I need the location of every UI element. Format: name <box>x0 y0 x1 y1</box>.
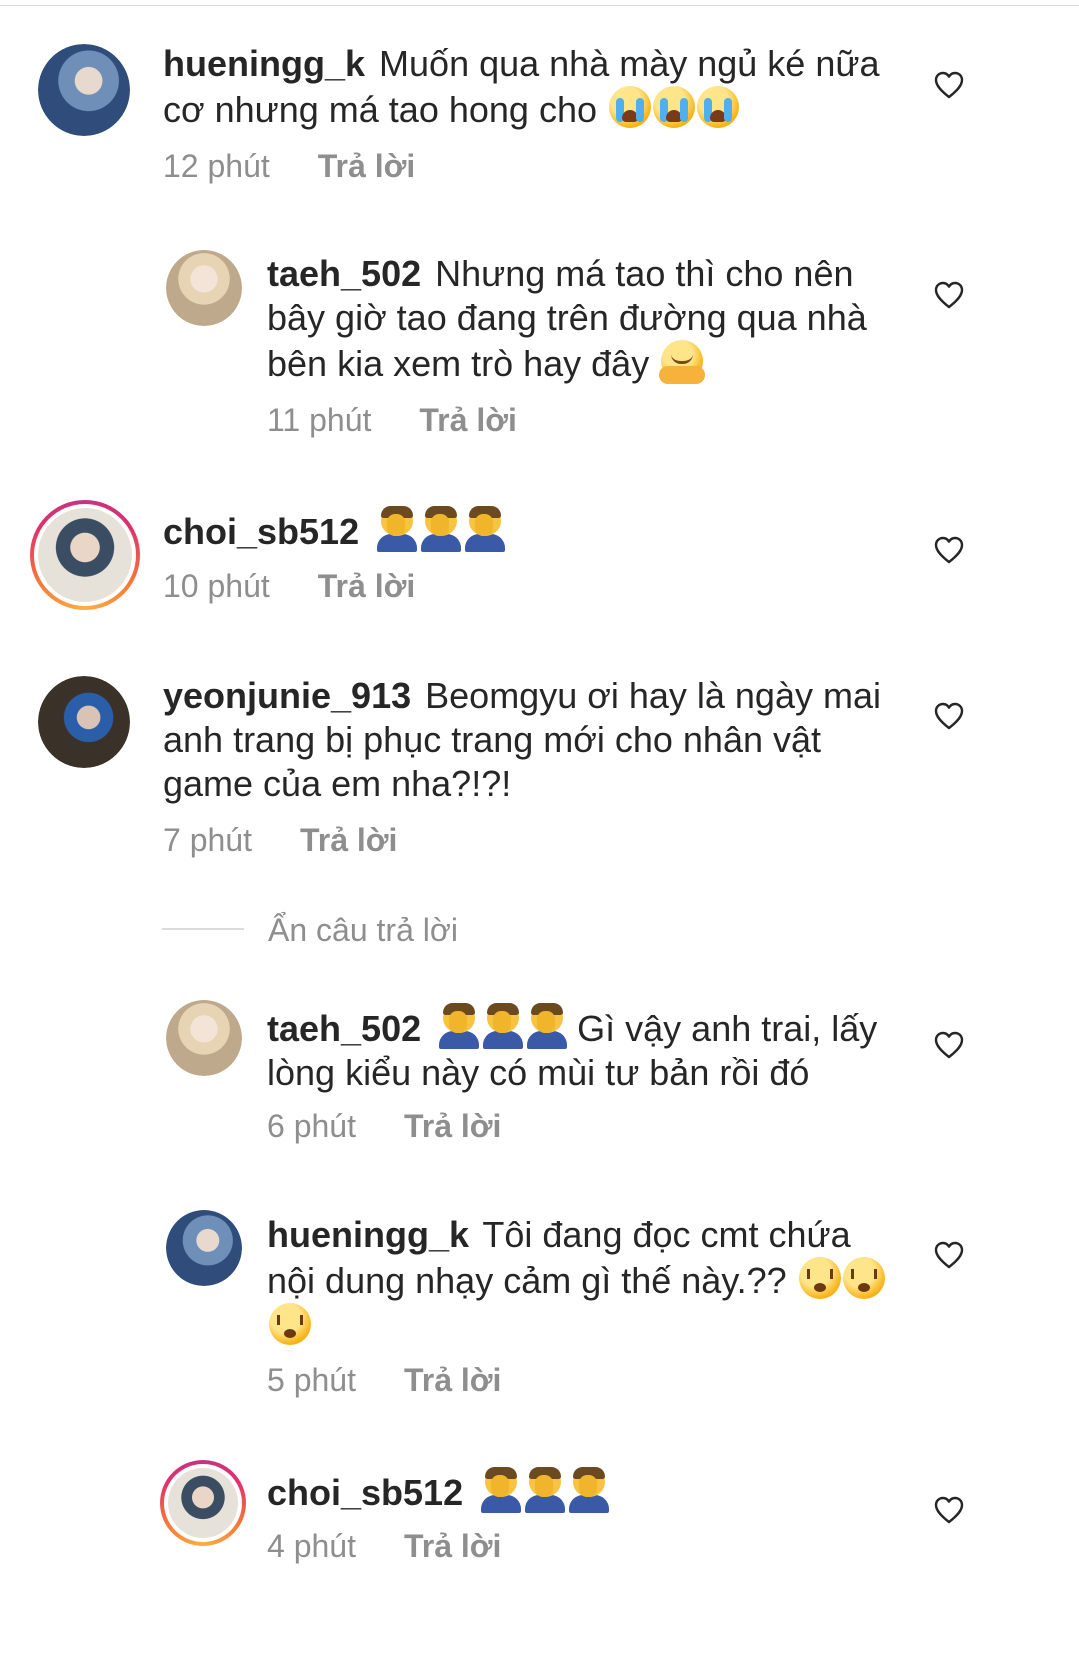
avatar[interactable] <box>166 1210 242 1286</box>
hugging-face-icon <box>659 340 706 384</box>
reply-button[interactable]: Trả lời <box>404 1362 501 1398</box>
heart-icon[interactable] <box>934 1031 964 1059</box>
comment-body: choi_sb512 <box>163 506 893 554</box>
avatar[interactable] <box>38 676 130 768</box>
dizzy-face-icon <box>842 1257 885 1299</box>
reply-button[interactable]: Trả lời <box>318 148 415 184</box>
heart-icon[interactable] <box>934 1241 964 1269</box>
reply-button[interactable]: Trả lời <box>404 1528 501 1564</box>
comment-meta: 12 phút Trả lời <box>163 146 415 186</box>
hide-replies-line <box>162 928 244 930</box>
man-facepalming-icon <box>483 1003 524 1049</box>
comment-meta: 6 phút Trả lời <box>267 1106 501 1146</box>
man-facepalming-icon <box>527 1003 568 1049</box>
comment-meta: 4 phút Trả lời <box>267 1526 501 1566</box>
comment-time: 5 phút <box>267 1362 356 1398</box>
comment-meta: 7 phút Trả lời <box>163 820 397 860</box>
dizzy-face-icon <box>798 1257 841 1299</box>
comment-time: 12 phút <box>163 148 270 184</box>
reply-button[interactable]: Trả lời <box>300 822 397 858</box>
avatar[interactable] <box>38 44 130 136</box>
heart-icon[interactable] <box>934 536 964 564</box>
avatar[interactable] <box>166 1000 242 1076</box>
comment-body: yeonjunie_913 Beomgyu ơi hay là ngày mai… <box>163 674 893 806</box>
comment-time: 10 phút <box>163 568 270 604</box>
avatar-story-ring[interactable] <box>30 500 140 610</box>
man-facepalming-icon <box>439 1003 480 1049</box>
man-facepalming-icon <box>569 1467 610 1513</box>
man-facepalming-icon <box>481 1467 522 1513</box>
heart-icon[interactable] <box>934 1496 964 1524</box>
comment-body: taeh_502 Gì vậy anh trai, lấy lòng kiểu … <box>267 1003 907 1095</box>
hide-replies-button[interactable]: Ẩn câu trả lời <box>268 910 458 950</box>
loudly-crying-face-icon <box>609 86 652 128</box>
comment-username[interactable]: taeh_502 <box>267 1008 421 1049</box>
comment-body: choi_sb512 <box>267 1467 907 1515</box>
comment-time: 4 phút <box>267 1528 356 1564</box>
comment-meta: 5 phút Trả lời <box>267 1360 501 1400</box>
heart-icon[interactable] <box>934 71 964 99</box>
comment-time: 7 phút <box>163 822 252 858</box>
top-divider <box>0 5 1079 6</box>
man-facepalming-icon <box>525 1467 566 1513</box>
comment-body: hueningg_k Muốn qua nhà mày ngủ ké nữa c… <box>163 42 893 132</box>
comment-body: hueningg_k Tôi đang đọc cmt chứa nội dun… <box>267 1213 907 1349</box>
comment-username[interactable]: choi_sb512 <box>267 1472 463 1513</box>
heart-icon[interactable] <box>934 281 964 309</box>
comment-time: 6 phút <box>267 1108 356 1144</box>
man-facepalming-icon <box>377 506 418 552</box>
man-facepalming-icon <box>421 506 462 552</box>
comment-username[interactable]: taeh_502 <box>267 253 421 294</box>
avatar-story-ring[interactable] <box>160 1460 246 1546</box>
loudly-crying-face-icon <box>697 86 740 128</box>
comment-meta: 10 phút Trả lời <box>163 566 415 606</box>
avatar[interactable] <box>166 250 242 326</box>
comment-username[interactable]: choi_sb512 <box>163 511 359 552</box>
comment-time: 11 phút <box>267 402 372 438</box>
reply-button[interactable]: Trả lời <box>419 402 516 438</box>
heart-icon[interactable] <box>934 702 964 730</box>
comment-username[interactable]: hueningg_k <box>163 43 365 84</box>
comment-username[interactable]: yeonjunie_913 <box>163 675 411 716</box>
comment-username[interactable]: hueningg_k <box>267 1214 469 1255</box>
reply-button[interactable]: Trả lời <box>404 1108 501 1144</box>
dizzy-face-icon <box>269 1303 311 1345</box>
comment-meta: 11 phút Trả lời <box>267 400 517 440</box>
reply-button[interactable]: Trả lời <box>318 568 415 604</box>
man-facepalming-icon <box>465 506 506 552</box>
comment-body: taeh_502 Nhưng má tao thì cho nên bây gi… <box>267 252 907 386</box>
loudly-crying-face-icon <box>653 86 696 128</box>
